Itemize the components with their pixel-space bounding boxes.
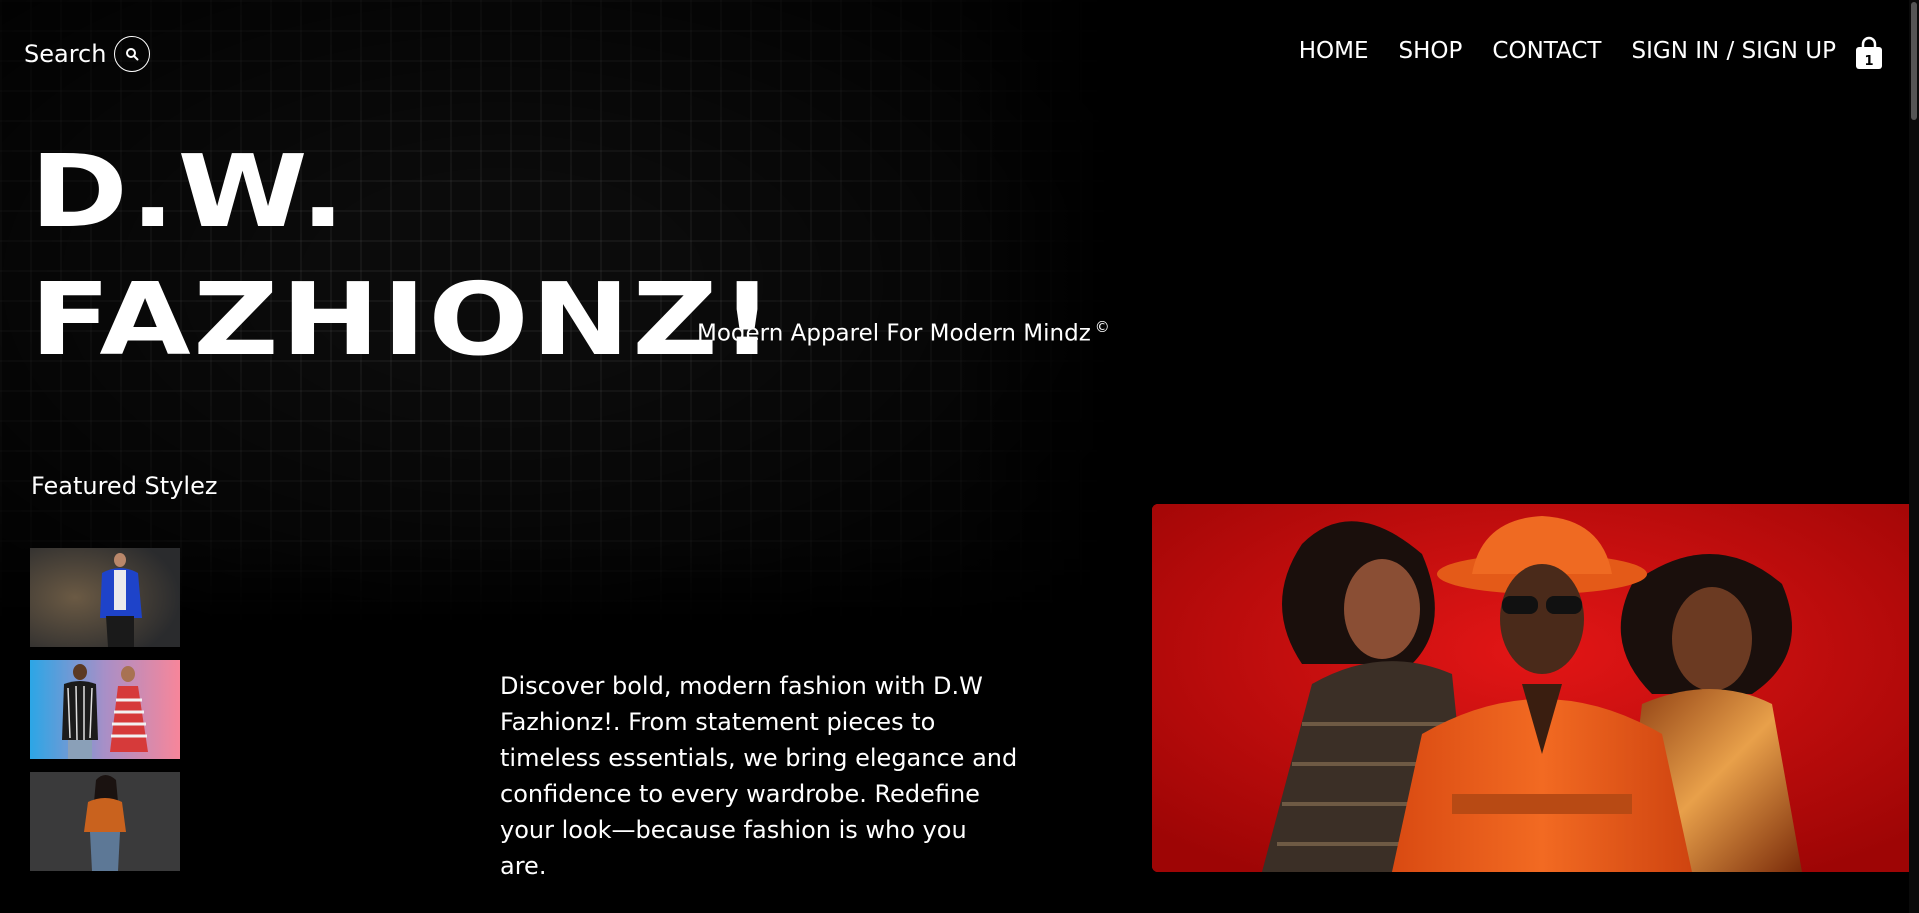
page: Search HOME SHOP CONTACT SIGN IN / SIGN … — [0, 0, 1919, 913]
search-label: Search — [24, 40, 107, 68]
hero-image — [1152, 504, 1919, 872]
brand-description: Discover bold, modern fashion with D.W F… — [500, 672, 1018, 880]
cart-count: 1 — [1864, 54, 1873, 69]
tagline: Modern Apparel For Modern Mindz © — [697, 318, 1110, 347]
page-scrollbar[interactable] — [1909, 0, 1919, 913]
nav-shop-link[interactable]: SHOP — [1399, 38, 1463, 64]
model-orange-blouse-image — [30, 772, 180, 871]
search-icon[interactable] — [114, 36, 151, 72]
nav-home-link[interactable]: HOME — [1299, 38, 1369, 64]
nav-sign-in-link[interactable]: SIGN IN / SIGN UP — [1631, 38, 1836, 64]
brand-line-1: D.W. — [30, 133, 348, 250]
main-nav: HOME SHOP CONTACT SIGN IN / SIGN UP — [1299, 38, 1836, 64]
shopping-bag-icon: 1 — [1856, 36, 1882, 69]
couple-image — [30, 660, 180, 759]
featured-thumbnail-2[interactable] — [30, 660, 180, 759]
tagline-text: Modern Apparel For Modern Mindz — [697, 320, 1091, 347]
featured-thumbnail-3[interactable] — [30, 772, 180, 871]
model-blue-jacket-image — [30, 548, 180, 647]
nav-contact-link[interactable]: CONTACT — [1492, 38, 1601, 64]
brand-title: D.W. FAZHIONZ! — [30, 128, 776, 384]
search-button[interactable]: Search — [24, 36, 151, 72]
copyright-mark: © — [1094, 318, 1110, 336]
featured-title: Featured Stylez — [31, 472, 218, 500]
cart-button[interactable]: 1 — [1855, 36, 1883, 70]
brand-line-2: FAZHIONZ! — [30, 261, 777, 378]
featured-thumbnail-1[interactable] — [30, 548, 180, 647]
scrollbar-thumb[interactable] — [1911, 2, 1917, 120]
models-group-image — [1152, 504, 1919, 872]
